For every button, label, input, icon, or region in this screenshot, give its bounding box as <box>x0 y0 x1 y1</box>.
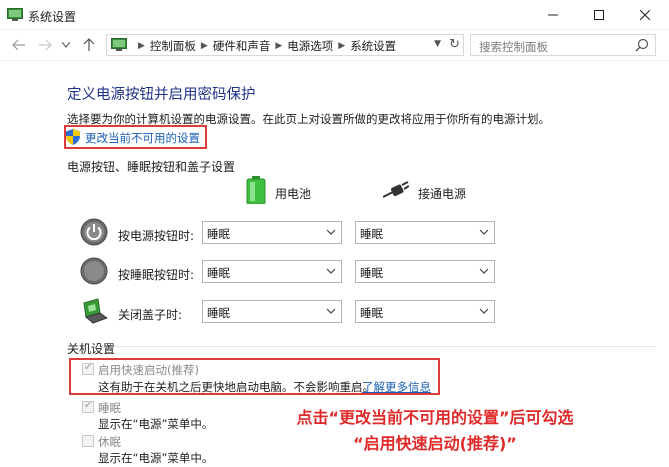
instruction-annotation: 点击“更改当前不可用的设置”后可勾选 “启用快速启动(推荐)” <box>230 405 640 457</box>
search-input[interactable]: 搜索控制面板 <box>470 34 656 56</box>
address-dropdown-icon[interactable]: ▼ <box>434 39 441 49</box>
address-bar[interactable]: ▶ 控制面板 ▶ 硬件和声音 ▶ 电源选项 ▶ 系统设置 ▼ ↻ <box>106 34 464 56</box>
hibernate-option-description: 显示在“电源”菜单中。 <box>98 451 214 465</box>
maximize-icon <box>594 10 604 20</box>
chevron-right-icon: ▶ <box>138 41 145 51</box>
power-buttons-section-label: 电源按钮、睡眠按钮和盖子设置 <box>67 160 236 174</box>
fast-startup-label: 启用快速启动(推荐) <box>98 363 199 377</box>
maximize-button[interactable] <box>576 0 622 30</box>
page-title: 定义电源按钮并启用密码保护 <box>67 87 256 103</box>
arrow-right-icon <box>39 39 52 51</box>
battery-column-header: 用电池 <box>275 187 312 201</box>
annotation-line-1: 点击“更改当前不可用的设置”后可勾选 <box>296 408 574 427</box>
shutdown-section-label: 关机设置 <box>67 342 116 356</box>
window-title: 系统设置 <box>28 10 77 24</box>
chevron-right-icon[interactable]: ▶ <box>201 41 208 51</box>
back-button[interactable] <box>10 36 28 54</box>
plug-icon <box>383 181 409 198</box>
checkmark-icon: ✔ <box>84 362 93 373</box>
up-button[interactable] <box>80 36 98 54</box>
search-icon <box>635 38 649 52</box>
power-button-plugged-select[interactable]: 睡眠 <box>355 221 495 244</box>
sleep-icon <box>80 257 108 285</box>
sleep-button-plugged-select[interactable]: 睡眠 <box>355 260 495 283</box>
breadcrumb-control-panel[interactable]: 控制面板 <box>150 38 196 54</box>
chevron-down-icon <box>479 229 489 235</box>
uac-shield-icon <box>66 129 80 145</box>
chevron-right-icon[interactable]: ▶ <box>275 41 282 51</box>
chevron-down-icon <box>326 268 336 274</box>
forward-button[interactable] <box>36 36 54 54</box>
chevron-down-icon <box>326 229 336 235</box>
checkmark-icon: ✔ <box>84 400 93 411</box>
close-icon <box>640 10 650 20</box>
section-divider <box>114 346 656 347</box>
fast-startup-description: 这有助于在关机之后更快地启动电脑。不会影响重启。 <box>98 380 374 394</box>
hibernate-option-label: 休眠 <box>98 435 121 449</box>
sleep-option-description: 显示在“电源”菜单中。 <box>98 417 214 431</box>
laptop-lid-icon <box>83 298 108 324</box>
annotation-line-2: “启用快速启动(推荐)” <box>353 434 517 453</box>
power-button-battery-select[interactable]: 睡眠 <box>202 221 342 244</box>
chevron-down-icon <box>479 268 489 274</box>
hibernate-checkbox[interactable] <box>82 435 94 447</box>
power-icon <box>80 218 108 246</box>
power-button-row-label: 按电源按钮时: <box>118 229 195 243</box>
sleep-option-label: 睡眠 <box>98 401 121 415</box>
title-bar: 系统设置 <box>0 0 669 30</box>
fast-startup-checkbox[interactable]: ✔ <box>82 362 94 375</box>
breadcrumb-hardware-sound[interactable]: 硬件和声音 <box>213 38 271 54</box>
lid-row-label: 关闭盖子时: <box>118 308 183 322</box>
breadcrumb-power-options[interactable]: 电源选项 <box>287 38 333 54</box>
plugged-in-column-header: 接通电源 <box>418 187 467 201</box>
minimize-button[interactable] <box>530 0 576 30</box>
change-unavailable-settings-link[interactable]: 更改当前不可用的设置 <box>85 130 200 146</box>
chevron-down-icon <box>62 42 70 48</box>
select-value: 睡眠 <box>360 227 383 241</box>
sleep-checkbox[interactable]: ✔ <box>82 400 94 413</box>
refresh-icon[interactable]: ↻ <box>449 37 460 52</box>
control-panel-icon <box>7 8 23 21</box>
chevron-down-icon <box>326 308 336 314</box>
sleep-button-battery-select[interactable]: 睡眠 <box>202 260 342 283</box>
navigation-bar: ▶ 控制面板 ▶ 硬件和声音 ▶ 电源选项 ▶ 系统设置 ▼ ↻ 搜索控制面板 <box>0 30 669 60</box>
arrow-up-icon <box>83 38 95 51</box>
sleep-button-row-label: 按睡眠按钮时: <box>118 268 195 282</box>
select-value: 睡眠 <box>360 306 383 320</box>
chevron-down-icon <box>479 308 489 314</box>
minimize-icon <box>548 14 558 16</box>
control-panel-icon <box>111 38 127 51</box>
learn-more-link[interactable]: 了解更多信息 <box>362 379 431 395</box>
battery-icon <box>246 176 266 204</box>
content-pane: 定义电源按钮并启用密码保护 选择要为你的计算机设置的电源设置。在此页上对设置所做… <box>0 60 669 467</box>
chevron-right-icon[interactable]: ▶ <box>338 41 345 51</box>
arrow-left-icon <box>12 39 25 51</box>
close-button[interactable] <box>622 0 668 30</box>
select-value: 睡眠 <box>360 266 383 280</box>
select-value: 睡眠 <box>207 227 230 241</box>
search-placeholder: 搜索控制面板 <box>479 40 548 54</box>
select-value: 睡眠 <box>207 266 230 280</box>
breadcrumb-system-settings[interactable]: 系统设置 <box>350 38 396 54</box>
breadcrumb: ▶ 控制面板 ▶ 硬件和声音 ▶ 电源选项 ▶ 系统设置 <box>133 38 396 54</box>
lid-battery-select[interactable]: 睡眠 <box>202 300 342 323</box>
lid-plugged-select[interactable]: 睡眠 <box>355 300 495 323</box>
select-value: 睡眠 <box>207 306 230 320</box>
recent-locations-button[interactable] <box>60 36 72 54</box>
